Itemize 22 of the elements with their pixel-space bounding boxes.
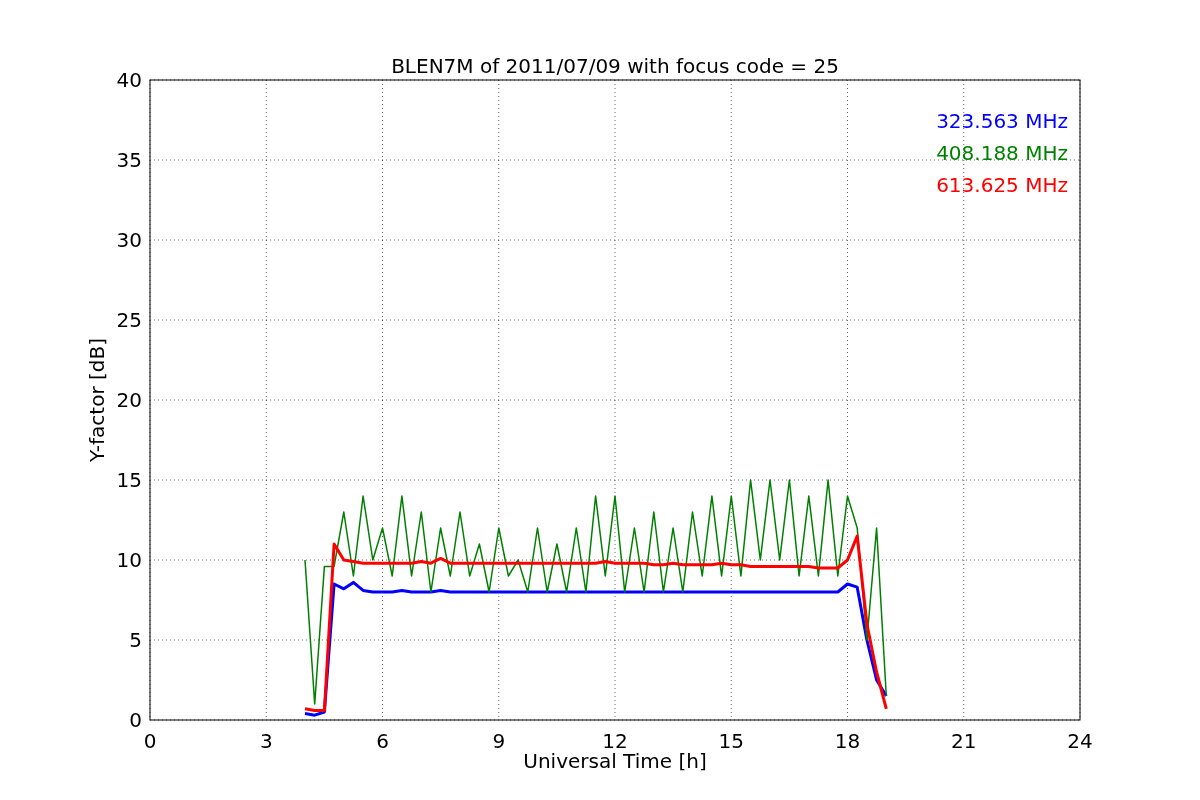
y-tick-label: 10 [116, 548, 142, 572]
y-axis-label: Y-factor [dB] [85, 338, 109, 462]
legend-label: 613.625 MHz [936, 173, 1068, 197]
x-tick-label: 24 [1067, 729, 1093, 753]
y-tick-label: 15 [116, 468, 142, 492]
y-tick-label: 5 [129, 628, 142, 652]
x-tick-label: 0 [143, 729, 157, 753]
chart-title: BLEN7M of 2011/07/09 with focus code = 25 [391, 54, 839, 78]
x-tick-label: 21 [951, 729, 977, 753]
y-tick-label: 35 [116, 148, 142, 172]
x-tick-label: 18 [834, 729, 861, 753]
y-tick-label: 30 [116, 228, 142, 252]
y-tick-label: 40 [116, 68, 142, 92]
legend-label: 323.563 MHz [936, 109, 1068, 133]
legend-label: 408.188 MHz [936, 141, 1068, 165]
y-tick-label: 20 [116, 388, 142, 412]
x-tick-label: 15 [718, 729, 744, 753]
y-tick-label: 25 [116, 308, 142, 332]
x-tick-label: 6 [376, 729, 389, 753]
x-tick-label: 9 [492, 729, 506, 753]
x-tick-label: 3 [259, 729, 273, 753]
y-tick-label: 0 [129, 708, 142, 732]
